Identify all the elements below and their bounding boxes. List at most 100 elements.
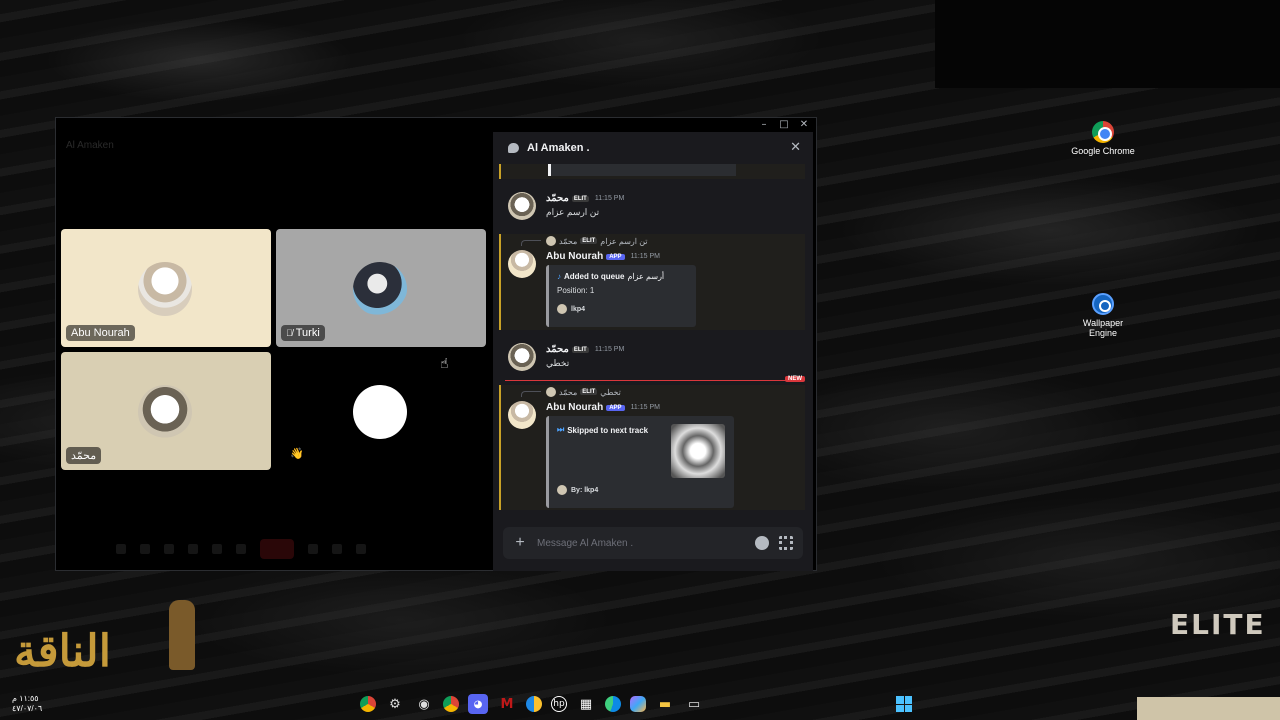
add-attachment-icon[interactable]: + (503, 534, 537, 552)
chat-message[interactable]: محمّد ELIT تن ارسم عزام Abu Nourah APP 1… (499, 234, 805, 330)
hp-icon[interactable]: hp (551, 696, 567, 712)
participant-tile[interactable]: Abu Nourah (61, 229, 271, 347)
timestamp: 11:15 PM (630, 404, 661, 411)
message-composer: + (503, 527, 803, 559)
avatar (557, 485, 567, 495)
apps-icon[interactable] (779, 536, 793, 550)
embed-footer-text: lkp4 (571, 305, 586, 313)
participant-name-label: 🎙̸ Turki (281, 325, 325, 341)
participant-name-label: Abu Nourah (66, 325, 135, 341)
store-icon[interactable]: ▦ (576, 694, 596, 714)
participant-tile[interactable]: 👋 (276, 352, 486, 470)
participant-name: Turki (295, 327, 320, 339)
disconnect-button[interactable] (260, 539, 294, 559)
copilot-icon[interactable] (630, 696, 646, 712)
settings-icon[interactable]: ⚙ (385, 694, 405, 714)
desktop-icon-label: Google Chrome (1071, 146, 1135, 156)
file-explorer-icon[interactable]: ▬ (655, 694, 675, 714)
taskbar: ⚙ ◉ ◕ M hp ▦ ▬ ▭ (360, 692, 704, 716)
activity-icon[interactable] (188, 544, 198, 554)
windows-start-icon[interactable] (896, 696, 912, 712)
message-author-row: محمّد ELIT 11:15 PM (546, 193, 624, 204)
wallpaper-engine-icon (1092, 293, 1114, 315)
reply-preview[interactable]: محمّد ELIT تن ارسم عزام (546, 236, 648, 246)
message-text: تخطي (546, 358, 570, 368)
screen-share-icon[interactable] (164, 544, 174, 554)
avatar (508, 250, 536, 278)
thread-icon (508, 143, 519, 153)
close-icon[interactable]: ✕ (790, 140, 801, 155)
minimize-button[interactable]: – (754, 118, 774, 132)
music-note-icon: ♪ (557, 272, 561, 281)
timestamp: 11:15 PM (630, 253, 661, 260)
emoji-icon[interactable] (755, 536, 769, 550)
chat-message[interactable]: محمّد ELIT 11:15 PM تن ارسم عزام (499, 190, 805, 230)
role-badge: ELIT (580, 389, 598, 395)
author-name[interactable]: Abu Nourah (546, 251, 603, 262)
avatar (353, 385, 407, 439)
message-list[interactable]: محمّد ELIT 11:15 PM تن ارسم عزام محمّد E… (493, 164, 813, 510)
chrome-icon (1092, 121, 1114, 143)
chat-message[interactable]: محمّد ELIT 11:15 PM تخطي (499, 341, 805, 377)
soundboard-icon[interactable] (212, 544, 222, 554)
role-badge: ELIT (571, 346, 589, 353)
desktop-icon-label: Wallpaper Engine (1082, 318, 1124, 338)
message-input[interactable] (537, 537, 755, 549)
window-icon[interactable]: ▭ (684, 694, 704, 714)
clock-date: ٤٧/٠٧/٠٦ (12, 704, 43, 713)
call-toolbar (116, 538, 476, 560)
chat-title: Al Amaken . (527, 142, 590, 154)
chrome-icon[interactable] (360, 696, 376, 712)
message-author-row: Abu Nourah APP 11:15 PM (546, 402, 660, 413)
clock-time: ١١:٥٥ م (12, 694, 39, 703)
participant-tile[interactable]: 🎙̸ Turki (276, 229, 486, 347)
avatar (508, 401, 536, 429)
chat-message[interactable]: محمّد ELIT تخطي Abu Nourah APP 11:15 PM … (499, 385, 805, 510)
clock: ١١:٥٥ م ٤٧/٠٧/٠٦ (12, 694, 42, 714)
reply-text: تخطي (600, 387, 621, 397)
reply-preview[interactable]: محمّد ELIT تخطي (546, 387, 621, 397)
participant-name-label: محمّد (66, 447, 102, 464)
elite-logo-text: ELITE (1170, 608, 1266, 641)
discord-icon[interactable]: ◕ (468, 694, 488, 714)
window-controls: – □ ✕ (754, 118, 814, 132)
edge-icon[interactable] (605, 696, 621, 712)
reply-connector (521, 240, 541, 246)
avatar (138, 385, 192, 439)
chrome-alt-icon[interactable] (526, 696, 542, 712)
chat-icon[interactable] (308, 544, 318, 554)
author-name[interactable]: محمّد (546, 193, 569, 204)
embed-title: Added to queue (564, 272, 625, 281)
app-badge: APP (606, 253, 625, 260)
maximize-button[interactable]: □ (774, 118, 794, 132)
author-name[interactable]: محمّد (546, 344, 569, 355)
mic-icon[interactable] (116, 544, 126, 554)
message-author-row: محمّد ELIT 11:15 PM (546, 344, 624, 355)
participant-tile[interactable]: محمّد (61, 352, 271, 470)
obs-icon[interactable]: ◉ (414, 694, 434, 714)
bot-embed: ♪ Added to queue أرسم عزام Position: 1 l… (546, 265, 696, 327)
avatar (546, 387, 556, 397)
track-thumbnail[interactable] (671, 424, 725, 478)
embed-title-row: ♪ Added to queue أرسم عزام (557, 272, 664, 281)
app-badge: APP (606, 404, 625, 411)
camera-icon[interactable] (140, 544, 150, 554)
wallpaper-dark-region (935, 0, 1280, 88)
chrome-icon[interactable] (443, 696, 459, 712)
role-badge: ELIT (571, 195, 589, 202)
desktop-icon-google-chrome[interactable]: Google Chrome (1071, 121, 1135, 156)
more-icon[interactable] (236, 544, 246, 554)
fullscreen-icon[interactable] (356, 544, 366, 554)
chat-header: Al Amaken . (493, 132, 813, 164)
embed-footer-text: By: lkp4 (571, 486, 599, 494)
desktop-icon-wallpaper-engine[interactable]: Wallpaper Engine (1071, 293, 1135, 338)
author-name[interactable]: Abu Nourah (546, 402, 603, 413)
mcafee-icon[interactable]: M (497, 694, 517, 714)
message-author-row: Abu Nourah APP 11:15 PM (546, 251, 660, 262)
popout-icon[interactable] (332, 544, 342, 554)
embed-footer: By: lkp4 (557, 485, 598, 495)
logo-text: الناقة (14, 626, 113, 677)
close-window-button[interactable]: ✕ (794, 118, 814, 132)
reply-author: محمّد (559, 236, 578, 246)
hand-cursor-icon: ☝ (440, 356, 449, 372)
